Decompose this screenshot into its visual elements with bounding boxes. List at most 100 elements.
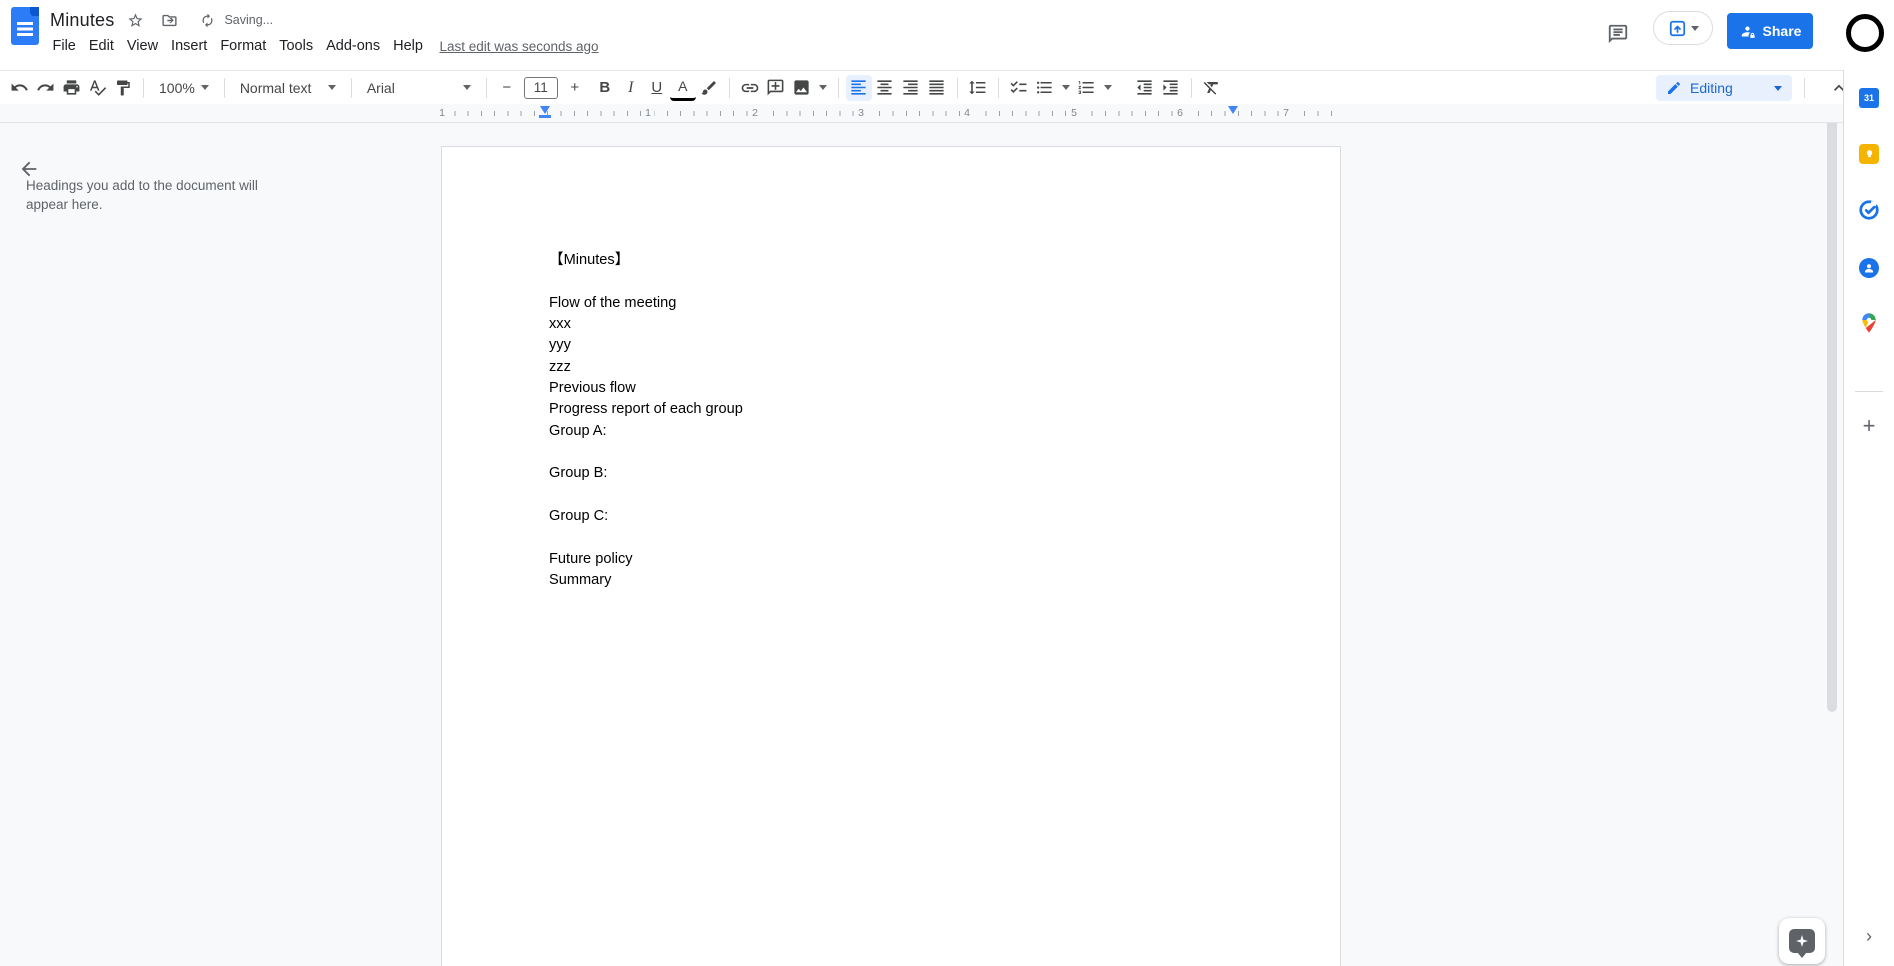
underline-button[interactable]: U bbox=[644, 75, 670, 101]
paint-format-button[interactable] bbox=[110, 75, 136, 101]
pencil-icon bbox=[1668, 81, 1681, 94]
align-left-button[interactable] bbox=[845, 74, 872, 101]
hide-side-panel-button[interactable]: › bbox=[1855, 922, 1883, 950]
font-size-input[interactable]: 11 bbox=[523, 76, 558, 99]
font-select[interactable]: Arial bbox=[359, 75, 479, 101]
right-indent-marker[interactable] bbox=[1228, 106, 1238, 114]
styles-select[interactable]: Normal text bbox=[232, 75, 344, 101]
maps-icon[interactable] bbox=[1853, 307, 1885, 339]
print-icon bbox=[63, 80, 79, 95]
document-outline-panel: Headings you add to the document will ap… bbox=[0, 123, 330, 723]
increase-indent-button[interactable] bbox=[1158, 75, 1184, 101]
doc-line bbox=[549, 271, 743, 292]
header: Minutes Saving... File Edit View Insert … bbox=[0, 0, 1894, 70]
share-button[interactable]: Share bbox=[1727, 13, 1813, 49]
present-button[interactable] bbox=[1653, 11, 1713, 45]
bulleted-list-icon bbox=[1037, 81, 1052, 94]
toolbar-divider bbox=[728, 77, 730, 98]
doc-line: 【Minutes】 bbox=[549, 252, 630, 268]
contacts-icon[interactable] bbox=[1853, 252, 1885, 284]
docs-logo[interactable] bbox=[11, 7, 39, 45]
left-indent-marker[interactable] bbox=[540, 106, 550, 114]
keep-icon[interactable] bbox=[1853, 138, 1885, 170]
menu-edit[interactable]: Edit bbox=[82, 35, 120, 57]
redo-icon bbox=[36, 83, 53, 91]
menu-bar: File Edit View Insert Format Tools Add-o… bbox=[46, 34, 599, 58]
ruler[interactable]: 1 1 2 3 4 5 6 7 bbox=[436, 104, 1348, 123]
text-color-button[interactable]: A bbox=[669, 75, 696, 101]
numbered-list-button[interactable] bbox=[1074, 75, 1100, 101]
document-page[interactable]: 【Minutes】 Flow of the meeting xxx yyy zzz Pre… bbox=[441, 146, 1341, 966]
editing-mode-button[interactable]: Editing bbox=[1656, 75, 1792, 101]
highlight-color-button[interactable] bbox=[696, 75, 722, 101]
insert-image-button[interactable] bbox=[789, 75, 815, 101]
doc-line: Group B: bbox=[549, 465, 608, 482]
ruler-number: 1 bbox=[436, 107, 448, 119]
comment-history-icon[interactable] bbox=[1602, 18, 1634, 50]
menu-insert[interactable]: Insert bbox=[165, 35, 214, 57]
align-right-button[interactable] bbox=[898, 75, 924, 101]
menu-tools[interactable]: Tools bbox=[273, 35, 320, 57]
decrease-indent-button[interactable] bbox=[1132, 75, 1158, 101]
bulleted-list-caret[interactable] bbox=[1061, 85, 1070, 90]
bulleted-list-button[interactable] bbox=[1032, 75, 1058, 101]
left-indent-bar[interactable] bbox=[539, 115, 551, 118]
numbered-list-caret[interactable] bbox=[1103, 85, 1112, 90]
outdent-icon bbox=[1137, 80, 1152, 95]
chevron-down-icon bbox=[327, 85, 336, 90]
image-options-caret[interactable] bbox=[818, 85, 827, 90]
italic-button[interactable]: I bbox=[618, 75, 644, 101]
justify-button[interactable] bbox=[924, 75, 950, 101]
doc-line bbox=[549, 442, 743, 463]
vertical-scrollbar[interactable] bbox=[1827, 116, 1837, 712]
toolbar-divider bbox=[1804, 78, 1805, 98]
account-avatar[interactable] bbox=[1846, 14, 1884, 52]
ruler-number: 4 bbox=[961, 107, 973, 119]
calendar-icon[interactable]: 31 bbox=[1853, 82, 1885, 114]
toolbar-divider bbox=[143, 77, 144, 98]
undo-button[interactable] bbox=[6, 75, 32, 101]
toolbar-divider bbox=[997, 77, 999, 98]
doc-line: Progress report of each group bbox=[549, 401, 743, 418]
line-spacing-button[interactable] bbox=[965, 75, 991, 101]
zoom-select[interactable]: 100% bbox=[151, 75, 217, 101]
toolbar-divider bbox=[223, 77, 225, 98]
menu-help[interactable]: Help bbox=[387, 35, 430, 57]
explore-button[interactable] bbox=[1779, 918, 1825, 964]
last-edit-link[interactable]: Last edit was seconds ago bbox=[439, 39, 598, 54]
insert-link-button[interactable] bbox=[737, 75, 763, 101]
decrease-font-size-button[interactable]: − bbox=[494, 75, 520, 101]
document-text[interactable]: 【Minutes】 Flow of the meeting xxx yyy zzz Pre… bbox=[549, 250, 743, 591]
toolbar-divider bbox=[837, 77, 839, 98]
increase-font-size-button[interactable]: + bbox=[562, 75, 588, 101]
menu-addons[interactable]: Add-ons bbox=[320, 35, 387, 57]
move-folder-icon[interactable] bbox=[156, 7, 182, 33]
align-center-button[interactable] bbox=[872, 75, 898, 101]
get-addons-button[interactable]: + bbox=[1853, 410, 1885, 442]
add-comment-button[interactable] bbox=[763, 75, 789, 101]
doc-line bbox=[549, 527, 743, 548]
ruler-strip: 1 1 2 3 4 5 6 7 bbox=[0, 104, 1843, 123]
chevron-down-icon bbox=[1774, 85, 1782, 91]
checklist-button[interactable] bbox=[1006, 75, 1032, 101]
menu-view[interactable]: View bbox=[120, 35, 164, 57]
bold-button[interactable]: B bbox=[592, 75, 618, 101]
menu-format[interactable]: Format bbox=[214, 35, 273, 57]
chevron-down-icon bbox=[462, 85, 471, 90]
align-center-icon bbox=[877, 80, 892, 95]
doc-line: Group A: bbox=[549, 422, 607, 439]
document-title[interactable]: Minutes bbox=[50, 10, 114, 31]
tasks-icon[interactable] bbox=[1853, 194, 1885, 226]
toolbar-divider bbox=[1190, 77, 1192, 98]
print-button[interactable] bbox=[58, 75, 84, 101]
editing-mode-label: Editing bbox=[1690, 80, 1733, 96]
paint-format-icon bbox=[117, 80, 130, 95]
spellcheck-button[interactable] bbox=[84, 75, 110, 101]
doc-line: Flow of the meeting bbox=[549, 294, 677, 311]
redo-button[interactable] bbox=[32, 75, 58, 101]
checklist-icon bbox=[1010, 81, 1027, 94]
menu-file[interactable]: File bbox=[46, 35, 82, 57]
clear-formatting-button[interactable] bbox=[1199, 75, 1225, 101]
sync-icon bbox=[194, 7, 220, 33]
star-icon[interactable] bbox=[122, 7, 148, 33]
